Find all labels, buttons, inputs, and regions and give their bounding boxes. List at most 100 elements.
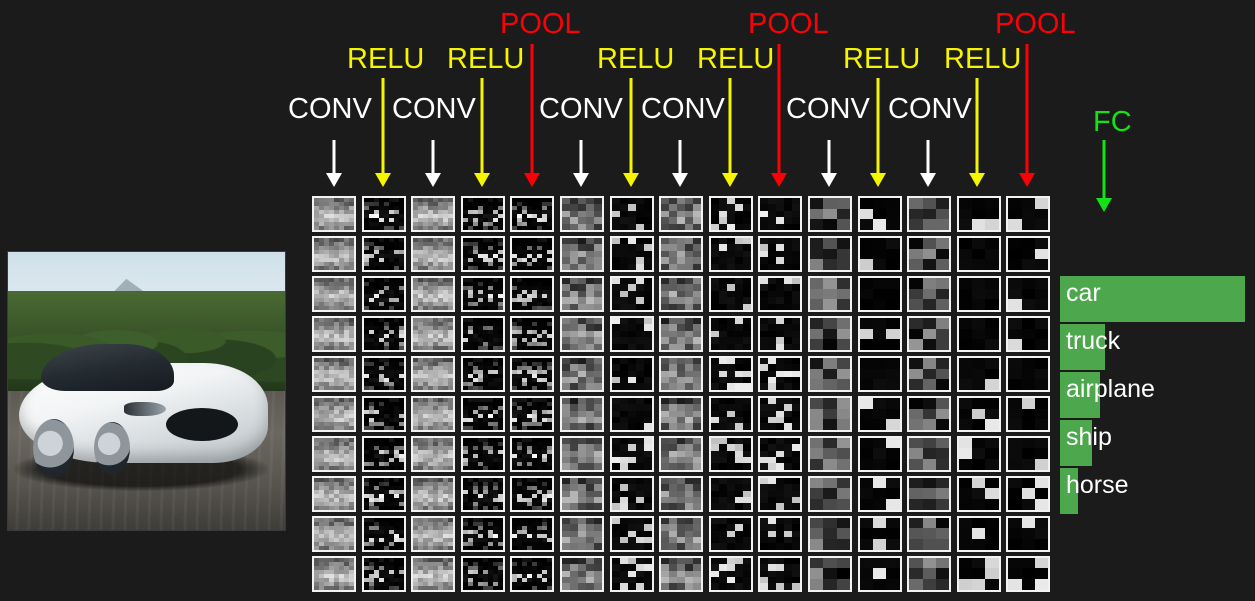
feature-map-tile — [1006, 475, 1051, 512]
arrow-relu-1 — [375, 78, 391, 187]
feature-map-tile — [808, 315, 852, 353]
feature-map-tile — [708, 515, 753, 552]
class-label-truck: truck — [1066, 327, 1121, 355]
feature-map-tile — [659, 275, 704, 313]
feature-map-tile — [956, 235, 1001, 273]
feature-map-tile — [460, 435, 505, 472]
feature-map-tile — [609, 275, 654, 313]
feature-map-tile — [956, 355, 1001, 393]
feature-map-tile — [1006, 355, 1051, 393]
feature-map-tile — [411, 515, 456, 552]
arrow-head-icon — [623, 173, 639, 187]
feature-map-tile — [361, 555, 406, 592]
feature-map-tile — [361, 196, 406, 233]
arrow-conv-5 — [573, 140, 589, 187]
feature-map-tile — [510, 235, 555, 273]
arrow-conv-2 — [425, 140, 441, 187]
photo-car-grille — [165, 407, 238, 442]
input-image-car — [8, 252, 285, 530]
feature-map-tile — [460, 315, 505, 353]
feature-map-tile — [758, 515, 803, 552]
feature-map-column-6 — [560, 196, 604, 592]
feature-map-tile — [560, 435, 604, 472]
arrow-head-icon — [920, 173, 936, 187]
arrow-conv-0 — [326, 140, 342, 187]
feature-map-tile — [857, 355, 902, 393]
feature-map-tile — [510, 196, 555, 233]
feature-map-tile — [510, 435, 555, 472]
feature-map-tile — [659, 515, 704, 552]
feature-map-tile — [907, 315, 952, 353]
feature-map-tile — [560, 515, 604, 552]
feature-map-column-13 — [907, 196, 952, 592]
arrow-shaft-icon — [579, 140, 583, 174]
feature-map-tile — [907, 435, 952, 472]
arrow-shaft-icon — [728, 78, 732, 174]
feature-map-tile — [758, 355, 803, 393]
feature-map-tile — [907, 196, 952, 233]
feature-map-tile — [361, 435, 406, 472]
class-score-row-truck: truck — [1060, 324, 1250, 372]
feature-map-tile — [1006, 555, 1051, 592]
feature-map-tile — [659, 395, 704, 433]
class-label-car: car — [1066, 279, 1101, 307]
feature-map-tile — [510, 395, 555, 433]
arrow-pool-9 — [771, 44, 787, 187]
feature-map-tile — [808, 235, 852, 273]
arrow-head-icon — [1019, 173, 1035, 187]
feature-map-tile — [1006, 196, 1051, 233]
feature-map-tile — [708, 196, 753, 233]
feature-map-tile — [758, 196, 803, 233]
feature-map-tile — [411, 196, 456, 233]
feature-map-tile — [1006, 435, 1051, 472]
arrow-shaft-icon — [876, 78, 880, 174]
feature-map-tile — [758, 435, 803, 472]
feature-map-tile — [708, 235, 753, 273]
feature-map-tile — [312, 235, 356, 273]
label-conv-10: CONV — [786, 93, 870, 125]
feature-map-column-2 — [361, 196, 406, 592]
class-score-bars: car truck airplane ship horse — [1060, 276, 1250, 516]
arrow-head-icon — [425, 173, 441, 187]
feature-map-column-14 — [956, 196, 1001, 592]
feature-map-tile — [808, 555, 852, 592]
feature-map-tile — [609, 196, 654, 233]
feature-map-tile — [758, 475, 803, 512]
feature-map-tile — [659, 475, 704, 512]
arrow-pool-14 — [1019, 44, 1035, 187]
label-pool-14: POOL — [995, 8, 1076, 40]
feature-map-tile — [609, 435, 654, 472]
label-conv-2: CONV — [392, 93, 476, 125]
arrow-pool-4 — [524, 44, 540, 187]
feature-map-tile — [460, 355, 505, 393]
feature-map-tile — [1006, 275, 1051, 313]
feature-map-tile — [956, 395, 1001, 433]
label-pool-9: POOL — [748, 8, 829, 40]
feature-map-tile — [758, 315, 803, 353]
feature-map-tile — [361, 515, 406, 552]
arrow-shaft-icon — [1102, 140, 1106, 199]
feature-map-tile — [312, 515, 356, 552]
feature-map-tile — [510, 475, 555, 512]
feature-map-tile — [708, 395, 753, 433]
feature-map-column-3 — [411, 196, 456, 592]
feature-map-tile — [708, 355, 753, 393]
feature-map-tile — [857, 515, 902, 552]
feature-map-tile — [560, 315, 604, 353]
feature-map-tile — [510, 315, 555, 353]
arrow-head-icon — [524, 173, 540, 187]
feature-map-column-5 — [510, 196, 555, 592]
feature-map-tile — [956, 555, 1001, 592]
arrow-relu-13 — [969, 78, 985, 187]
label-pool-4: POOL — [500, 8, 581, 40]
feature-map-tile — [460, 275, 505, 313]
feature-map-tile — [956, 315, 1001, 353]
feature-map-tile — [411, 555, 456, 592]
feature-map-tile — [1006, 395, 1051, 433]
feature-map-tile — [808, 355, 852, 393]
feature-map-tile — [907, 235, 952, 273]
feature-map-tile — [609, 395, 654, 433]
feature-map-tile — [708, 475, 753, 512]
arrow-head-icon — [969, 173, 985, 187]
feature-map-tile — [1006, 515, 1051, 552]
